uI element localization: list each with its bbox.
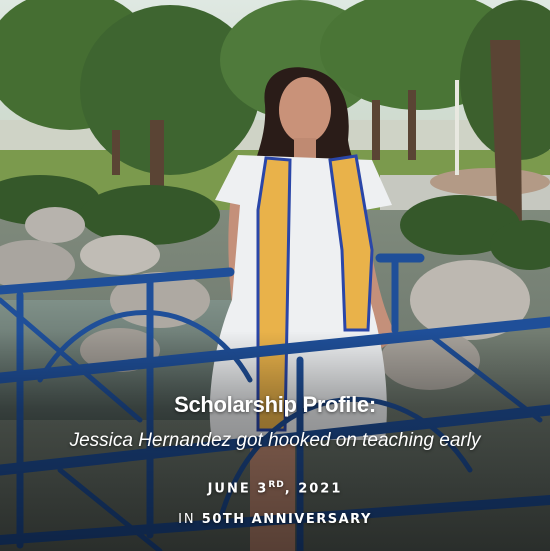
article-card[interactable]: Scholarship Profile: Jessica Hernandez g… — [0, 0, 550, 551]
category-link[interactable]: 50TH ANNIVERSARY — [202, 512, 372, 527]
category-prefix: IN — [178, 512, 196, 527]
date-ordinal: RD — [268, 480, 285, 490]
date-month-day: JUNE 3 — [207, 481, 269, 497]
fountain — [430, 168, 550, 196]
lamp-post — [455, 80, 459, 175]
article-subheadline[interactable]: Jessica Hernandez got hooked on teaching… — [0, 430, 550, 452]
article-category: IN 50TH ANNIVERSARY — [0, 512, 550, 527]
article-date: JUNE 3RD, 2021 — [0, 480, 550, 496]
date-year: , 2021 — [284, 481, 343, 497]
article-headline[interactable]: Scholarship Profile: — [0, 392, 550, 418]
face — [279, 77, 331, 143]
